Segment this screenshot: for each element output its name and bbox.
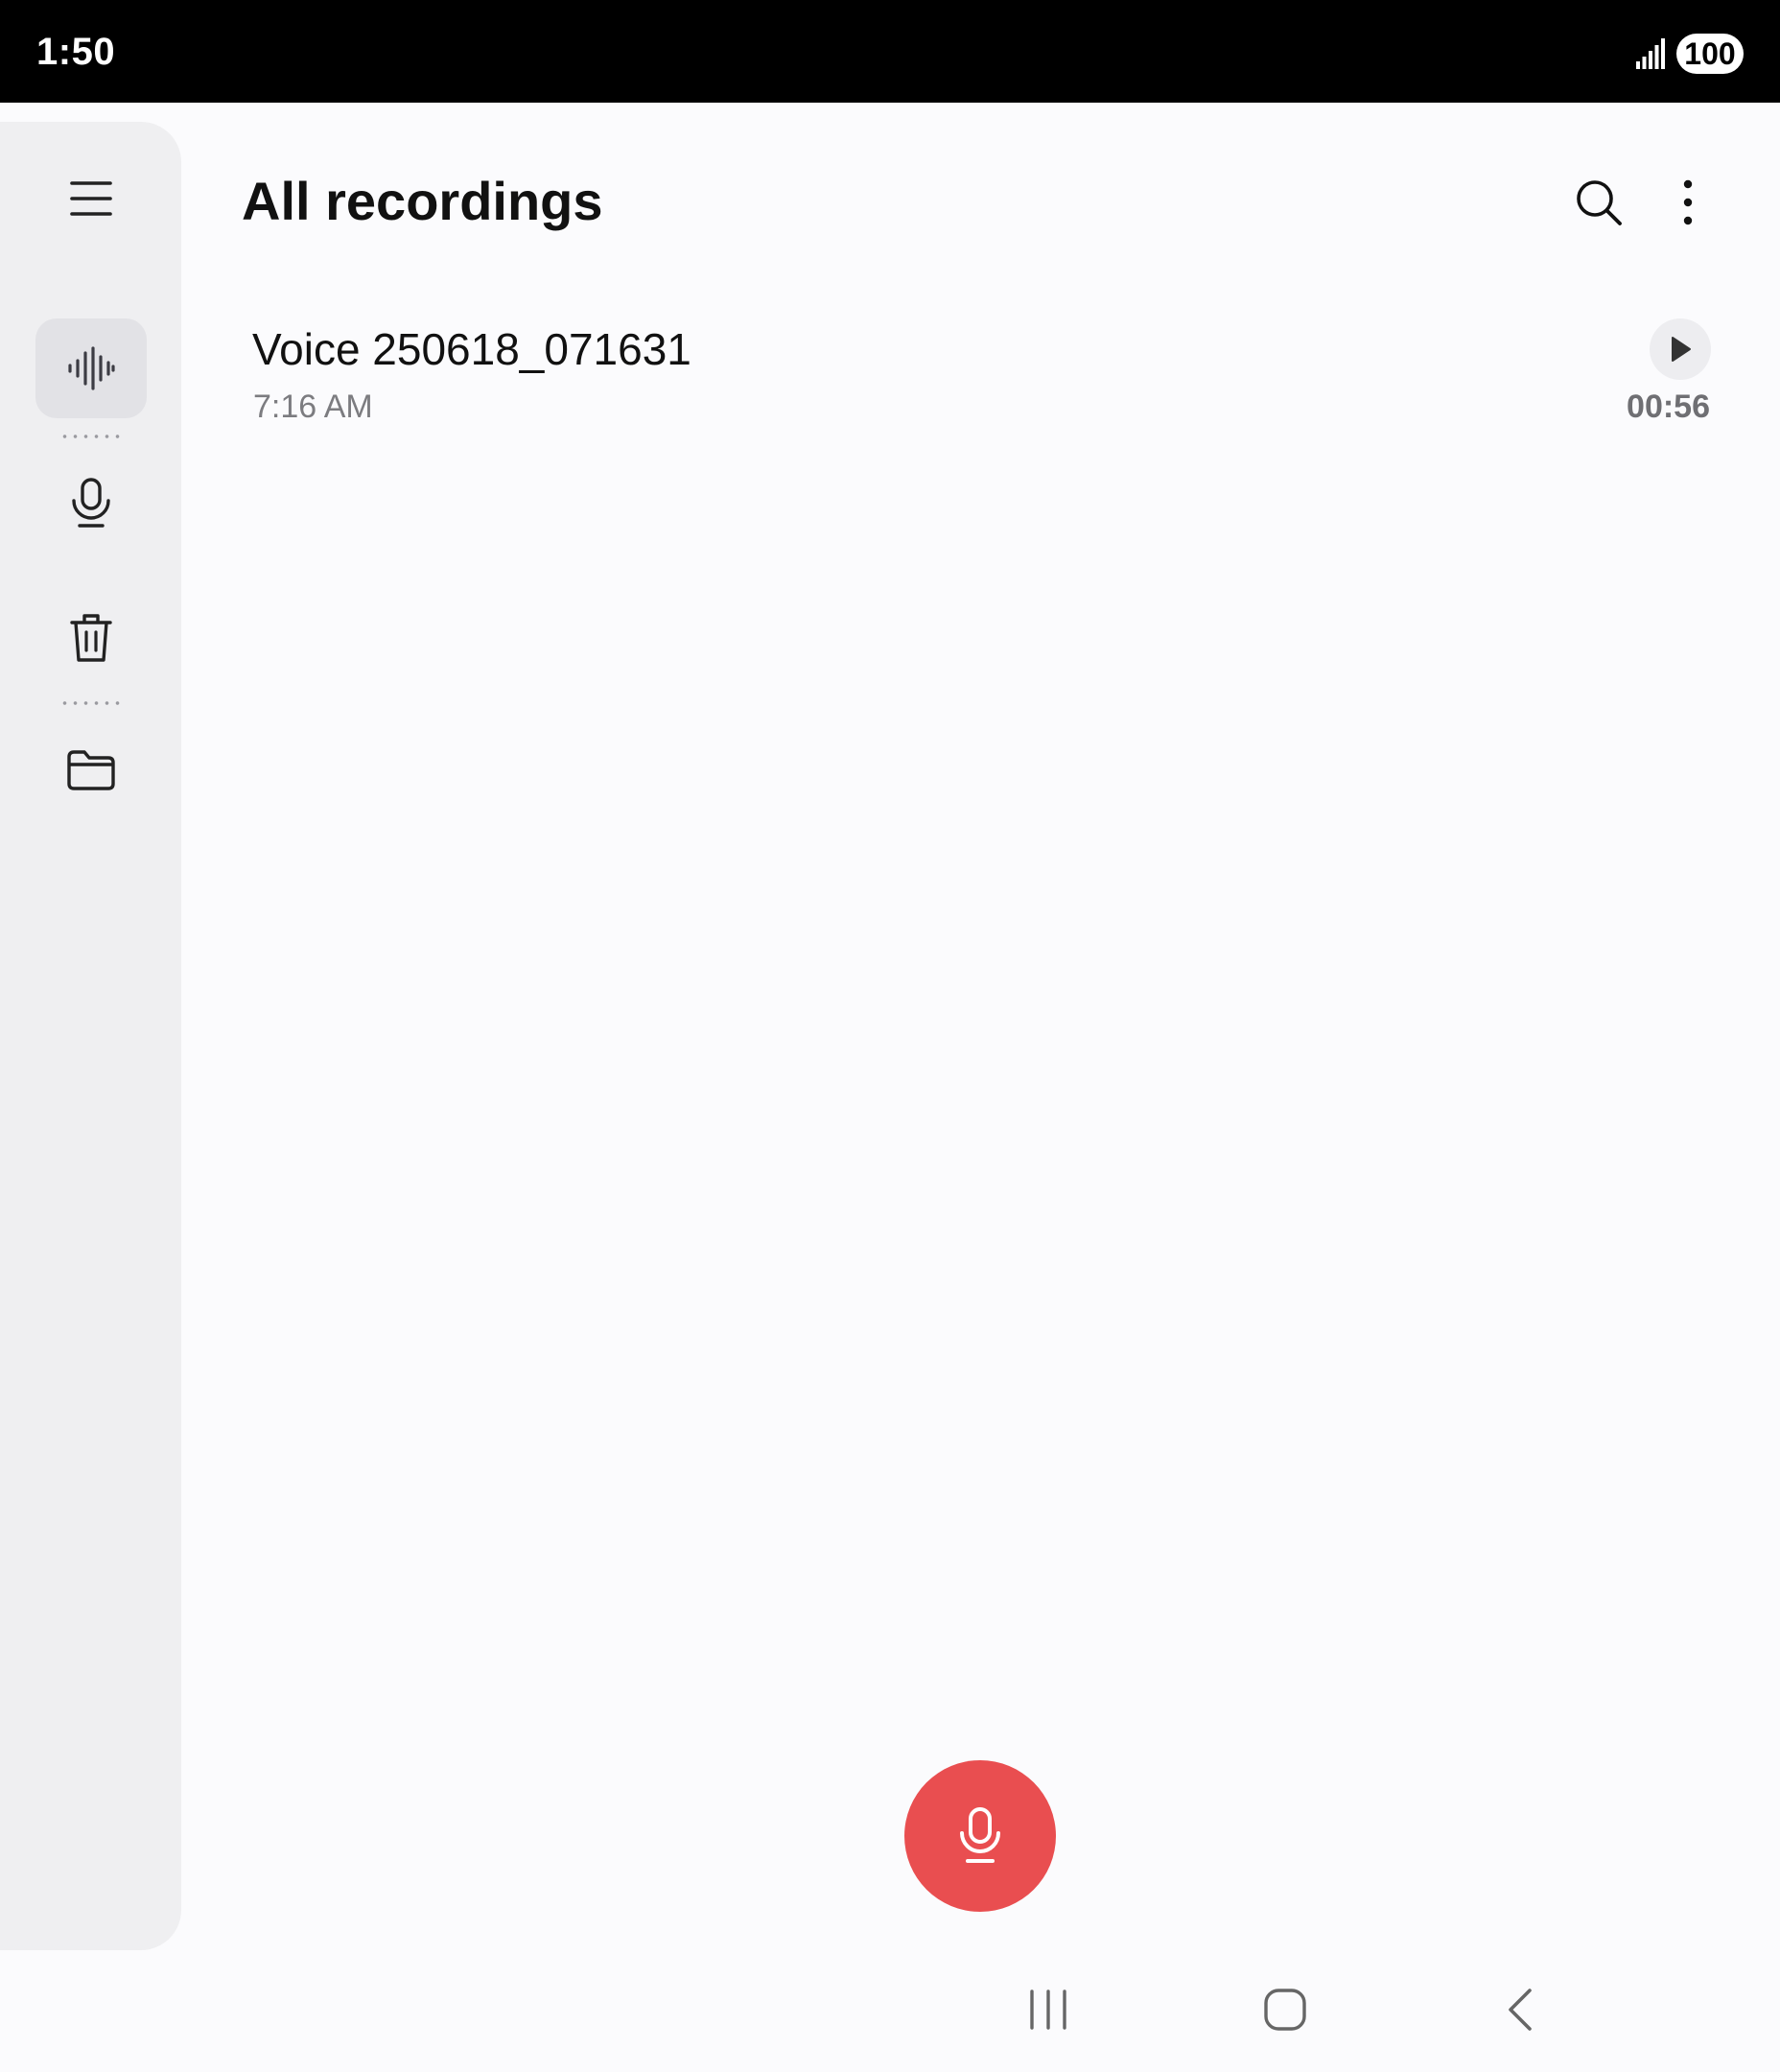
recording-list-item[interactable]: Voice 250618_071631 7:16 AM 00:56 (221, 297, 1726, 451)
microphone-icon (960, 1807, 1000, 1863)
search-button[interactable] (1557, 160, 1641, 245)
microphone-icon (72, 478, 110, 528)
voice-recorder-screen: 1:50 100 All recordings Voice 250618_071… (0, 0, 1780, 2072)
nav-folders[interactable] (35, 720, 147, 820)
trash-icon (70, 614, 112, 662)
recording-time: 7:16 AM (253, 388, 373, 425)
hamburger-menu-icon (70, 181, 112, 216)
battery-level: 100 (1676, 34, 1744, 74)
play-icon (1672, 337, 1691, 362)
more-options-button[interactable] (1646, 160, 1730, 245)
back-button[interactable] (1477, 1976, 1563, 2043)
play-button[interactable] (1650, 318, 1711, 380)
navigation-rail (0, 122, 181, 1950)
recording-duration: 00:56 (1627, 388, 1710, 425)
folder-icon (67, 750, 115, 790)
home-icon (1264, 1989, 1306, 2031)
nav-all-recordings[interactable] (35, 318, 147, 418)
menu-button[interactable] (35, 149, 147, 248)
waveform-icon (68, 346, 115, 390)
recents-button[interactable] (1005, 1976, 1091, 2043)
status-bar: 1:50 100 (0, 0, 1780, 103)
rail-divider (59, 435, 123, 438)
recents-icon (1030, 1990, 1066, 2030)
signal-strength-icon (1636, 38, 1665, 69)
nav-trash[interactable] (35, 588, 147, 688)
home-button[interactable] (1242, 1976, 1328, 2043)
back-icon (1509, 1989, 1532, 2031)
search-icon (1577, 180, 1622, 225)
status-time: 1:50 (36, 31, 116, 73)
more-options-icon (1683, 179, 1693, 225)
page-title: All recordings (242, 171, 603, 231)
recording-title: Voice 250618_071631 (252, 324, 691, 374)
record-button[interactable] (904, 1760, 1056, 1912)
nav-recording[interactable] (35, 454, 147, 553)
rail-divider (59, 701, 123, 705)
